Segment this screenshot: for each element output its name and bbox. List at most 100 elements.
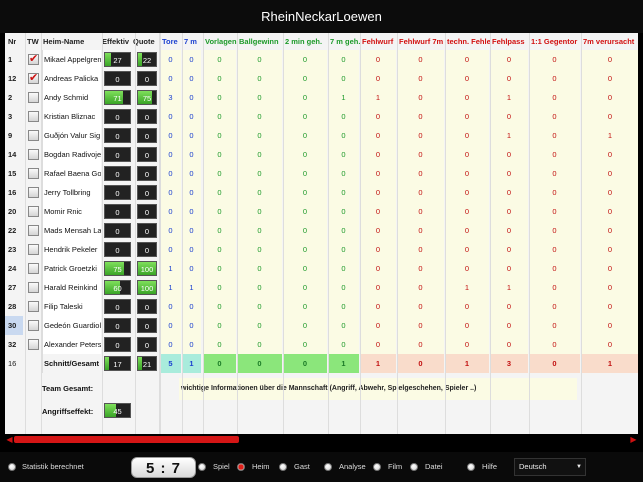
stat-cell[interactable]: 0: [283, 297, 327, 316]
stat-cell[interactable]: 1: [182, 278, 201, 297]
stat-cell[interactable]: 0: [581, 88, 638, 107]
col-nr[interactable]: Nr: [8, 33, 16, 50]
player-name[interactable]: Guðjón Valur Sig: [42, 126, 101, 145]
language-select[interactable]: Deutsch ▼: [514, 458, 586, 476]
stat-cell[interactable]: 0: [397, 259, 444, 278]
stat-cell[interactable]: 0: [182, 202, 201, 221]
option-radio-hilfe[interactable]: [467, 463, 475, 471]
option-radio-datei[interactable]: [410, 463, 418, 471]
stat-cell[interactable]: 0: [160, 202, 181, 221]
stat-cell[interactable]: 0: [397, 354, 444, 373]
stat-cell[interactable]: 0: [328, 202, 359, 221]
stat-cell[interactable]: 0: [328, 221, 359, 240]
stat-cell[interactable]: 0: [328, 164, 359, 183]
stat-cell[interactable]: 0: [529, 164, 580, 183]
stat-cell[interactable]: 0: [160, 126, 181, 145]
stat-cell[interactable]: 0: [445, 202, 489, 221]
stat-cell[interactable]: 0: [182, 164, 201, 183]
stat-cell[interactable]: 1: [445, 354, 489, 373]
col-stat-8[interactable]: techn. Fehler: [447, 33, 490, 50]
tw-checkbox[interactable]: [28, 168, 39, 179]
col-tw[interactable]: TW: [27, 33, 39, 50]
stat-cell[interactable]: 0: [529, 335, 580, 354]
col-stat-10[interactable]: 1:1 Gegentor: [531, 33, 581, 50]
stat-cell[interactable]: 0: [203, 335, 236, 354]
stat-cell[interactable]: 0: [529, 183, 580, 202]
player-name[interactable]: Andreas Palicka: [42, 69, 101, 88]
stat-cell[interactable]: 0: [160, 297, 181, 316]
player-name[interactable]: Momir Rnic: [42, 202, 101, 221]
player-name[interactable]: Andy Schmid: [42, 88, 101, 107]
stat-cell[interactable]: 1: [360, 354, 396, 373]
player-row[interactable]: 16 Jerry Tollbring 0 0 0 0 0 0 0 0 0 0 0 0 0 0: [5, 183, 638, 202]
tw-checkbox[interactable]: [28, 225, 39, 236]
stat-cell[interactable]: 1: [160, 278, 181, 297]
stat-cell[interactable]: 0: [203, 126, 236, 145]
stat-cell[interactable]: 0: [490, 221, 528, 240]
tw-checkbox[interactable]: [28, 50, 39, 69]
col-stat-9[interactable]: Fehlpass: [492, 33, 529, 50]
player-name[interactable]: Patrick Groetzki: [42, 259, 101, 278]
player-row[interactable]: 30 Gedeón Guardiola 0 0 0 0 0 0 0 0 0 0 0 0 0 0: [5, 316, 638, 335]
stat-cell[interactable]: 0: [397, 164, 444, 183]
player-name[interactable]: Kristian Bliznac: [42, 107, 101, 126]
tw-checkbox[interactable]: [28, 130, 39, 141]
stat-cell[interactable]: 0: [283, 278, 327, 297]
stat-cell[interactable]: 0: [490, 240, 528, 259]
scroll-thumb[interactable]: [14, 436, 239, 443]
player-row[interactable]: 27 Harald Reinkind 60 100 1 1 0 0 0 0 0 0 1 1 0 0: [5, 278, 638, 297]
stat-cell[interactable]: 1: [182, 354, 201, 373]
stat-cell[interactable]: 0: [529, 126, 580, 145]
stat-cell[interactable]: 0: [182, 259, 201, 278]
stat-cell[interactable]: 0: [237, 240, 282, 259]
stat-cell[interactable]: 0: [328, 107, 359, 126]
option-label-heim[interactable]: Heim: [252, 462, 270, 472]
col-stat-1[interactable]: 7 m: [184, 33, 202, 50]
stat-cell[interactable]: 0: [328, 126, 359, 145]
stat-cell[interactable]: 0: [445, 240, 489, 259]
scroll-right-icon[interactable]: ▶: [629, 434, 638, 445]
stat-cell[interactable]: 0: [182, 50, 201, 69]
stat-cell[interactable]: 0: [283, 316, 327, 335]
stat-cell[interactable]: 0: [490, 202, 528, 221]
stat-cell[interactable]: 0: [237, 221, 282, 240]
stat-cell[interactable]: 0: [237, 69, 282, 88]
tw-checkbox[interactable]: [28, 320, 39, 331]
player-name[interactable]: Jerry Tollbring: [42, 183, 101, 202]
stat-cell[interactable]: 0: [581, 183, 638, 202]
option-label-hilfe[interactable]: Hilfe: [482, 462, 497, 472]
stat-cell[interactable]: 0: [203, 107, 236, 126]
player-name[interactable]: Rafael Baena Go: [42, 164, 101, 183]
stat-cell[interactable]: 0: [490, 69, 528, 88]
player-row[interactable]: 23 Hendrik Pekeler 0 0 0 0 0 0 0 0 0 0 0 0 0 0: [5, 240, 638, 259]
stat-cell[interactable]: 0: [160, 183, 181, 202]
player-name[interactable]: Gedeón Guardiola: [42, 316, 101, 335]
stat-cell[interactable]: 0: [581, 278, 638, 297]
stat-cell[interactable]: 1: [328, 88, 359, 107]
player-row[interactable]: 9 Guðjón Valur Sig 0 0 0 0 0 0 0 0 0 0 0 1 0 1: [5, 126, 638, 145]
tw-checkbox[interactable]: [28, 244, 39, 255]
stat-cell[interactable]: 0: [490, 145, 528, 164]
player-name[interactable]: Bogdan Radivoje: [42, 145, 101, 164]
stat-cell[interactable]: 0: [237, 164, 282, 183]
player-name[interactable]: Hendrik Pekeler: [42, 240, 101, 259]
stat-cell[interactable]: 0: [283, 145, 327, 164]
stat-cell[interactable]: 0: [328, 183, 359, 202]
tw-checkbox[interactable]: [28, 263, 39, 274]
stat-cell[interactable]: 0: [283, 335, 327, 354]
stat-cell[interactable]: 0: [529, 107, 580, 126]
stat-cell[interactable]: 0: [160, 221, 181, 240]
stat-cell[interactable]: 0: [581, 69, 638, 88]
stat-cell[interactable]: 0: [360, 145, 396, 164]
stat-cell[interactable]: 0: [490, 107, 528, 126]
stat-cell[interactable]: 0: [283, 126, 327, 145]
stat-cell[interactable]: 0: [529, 202, 580, 221]
stat-cell[interactable]: 0: [397, 202, 444, 221]
player-row[interactable]: 12Andreas Palicka00000000000000: [5, 69, 638, 88]
stat-cell[interactable]: 0: [490, 297, 528, 316]
stat-cell[interactable]: 0: [328, 69, 359, 88]
stat-cell[interactable]: 0: [283, 88, 327, 107]
player-row[interactable]: 2 Andy Schmid 71 75 3 0 0 0 0 1 1 0 0 1 0 0: [5, 88, 638, 107]
tw-checkbox[interactable]: [28, 149, 39, 160]
stat-cell[interactable]: 0: [283, 221, 327, 240]
